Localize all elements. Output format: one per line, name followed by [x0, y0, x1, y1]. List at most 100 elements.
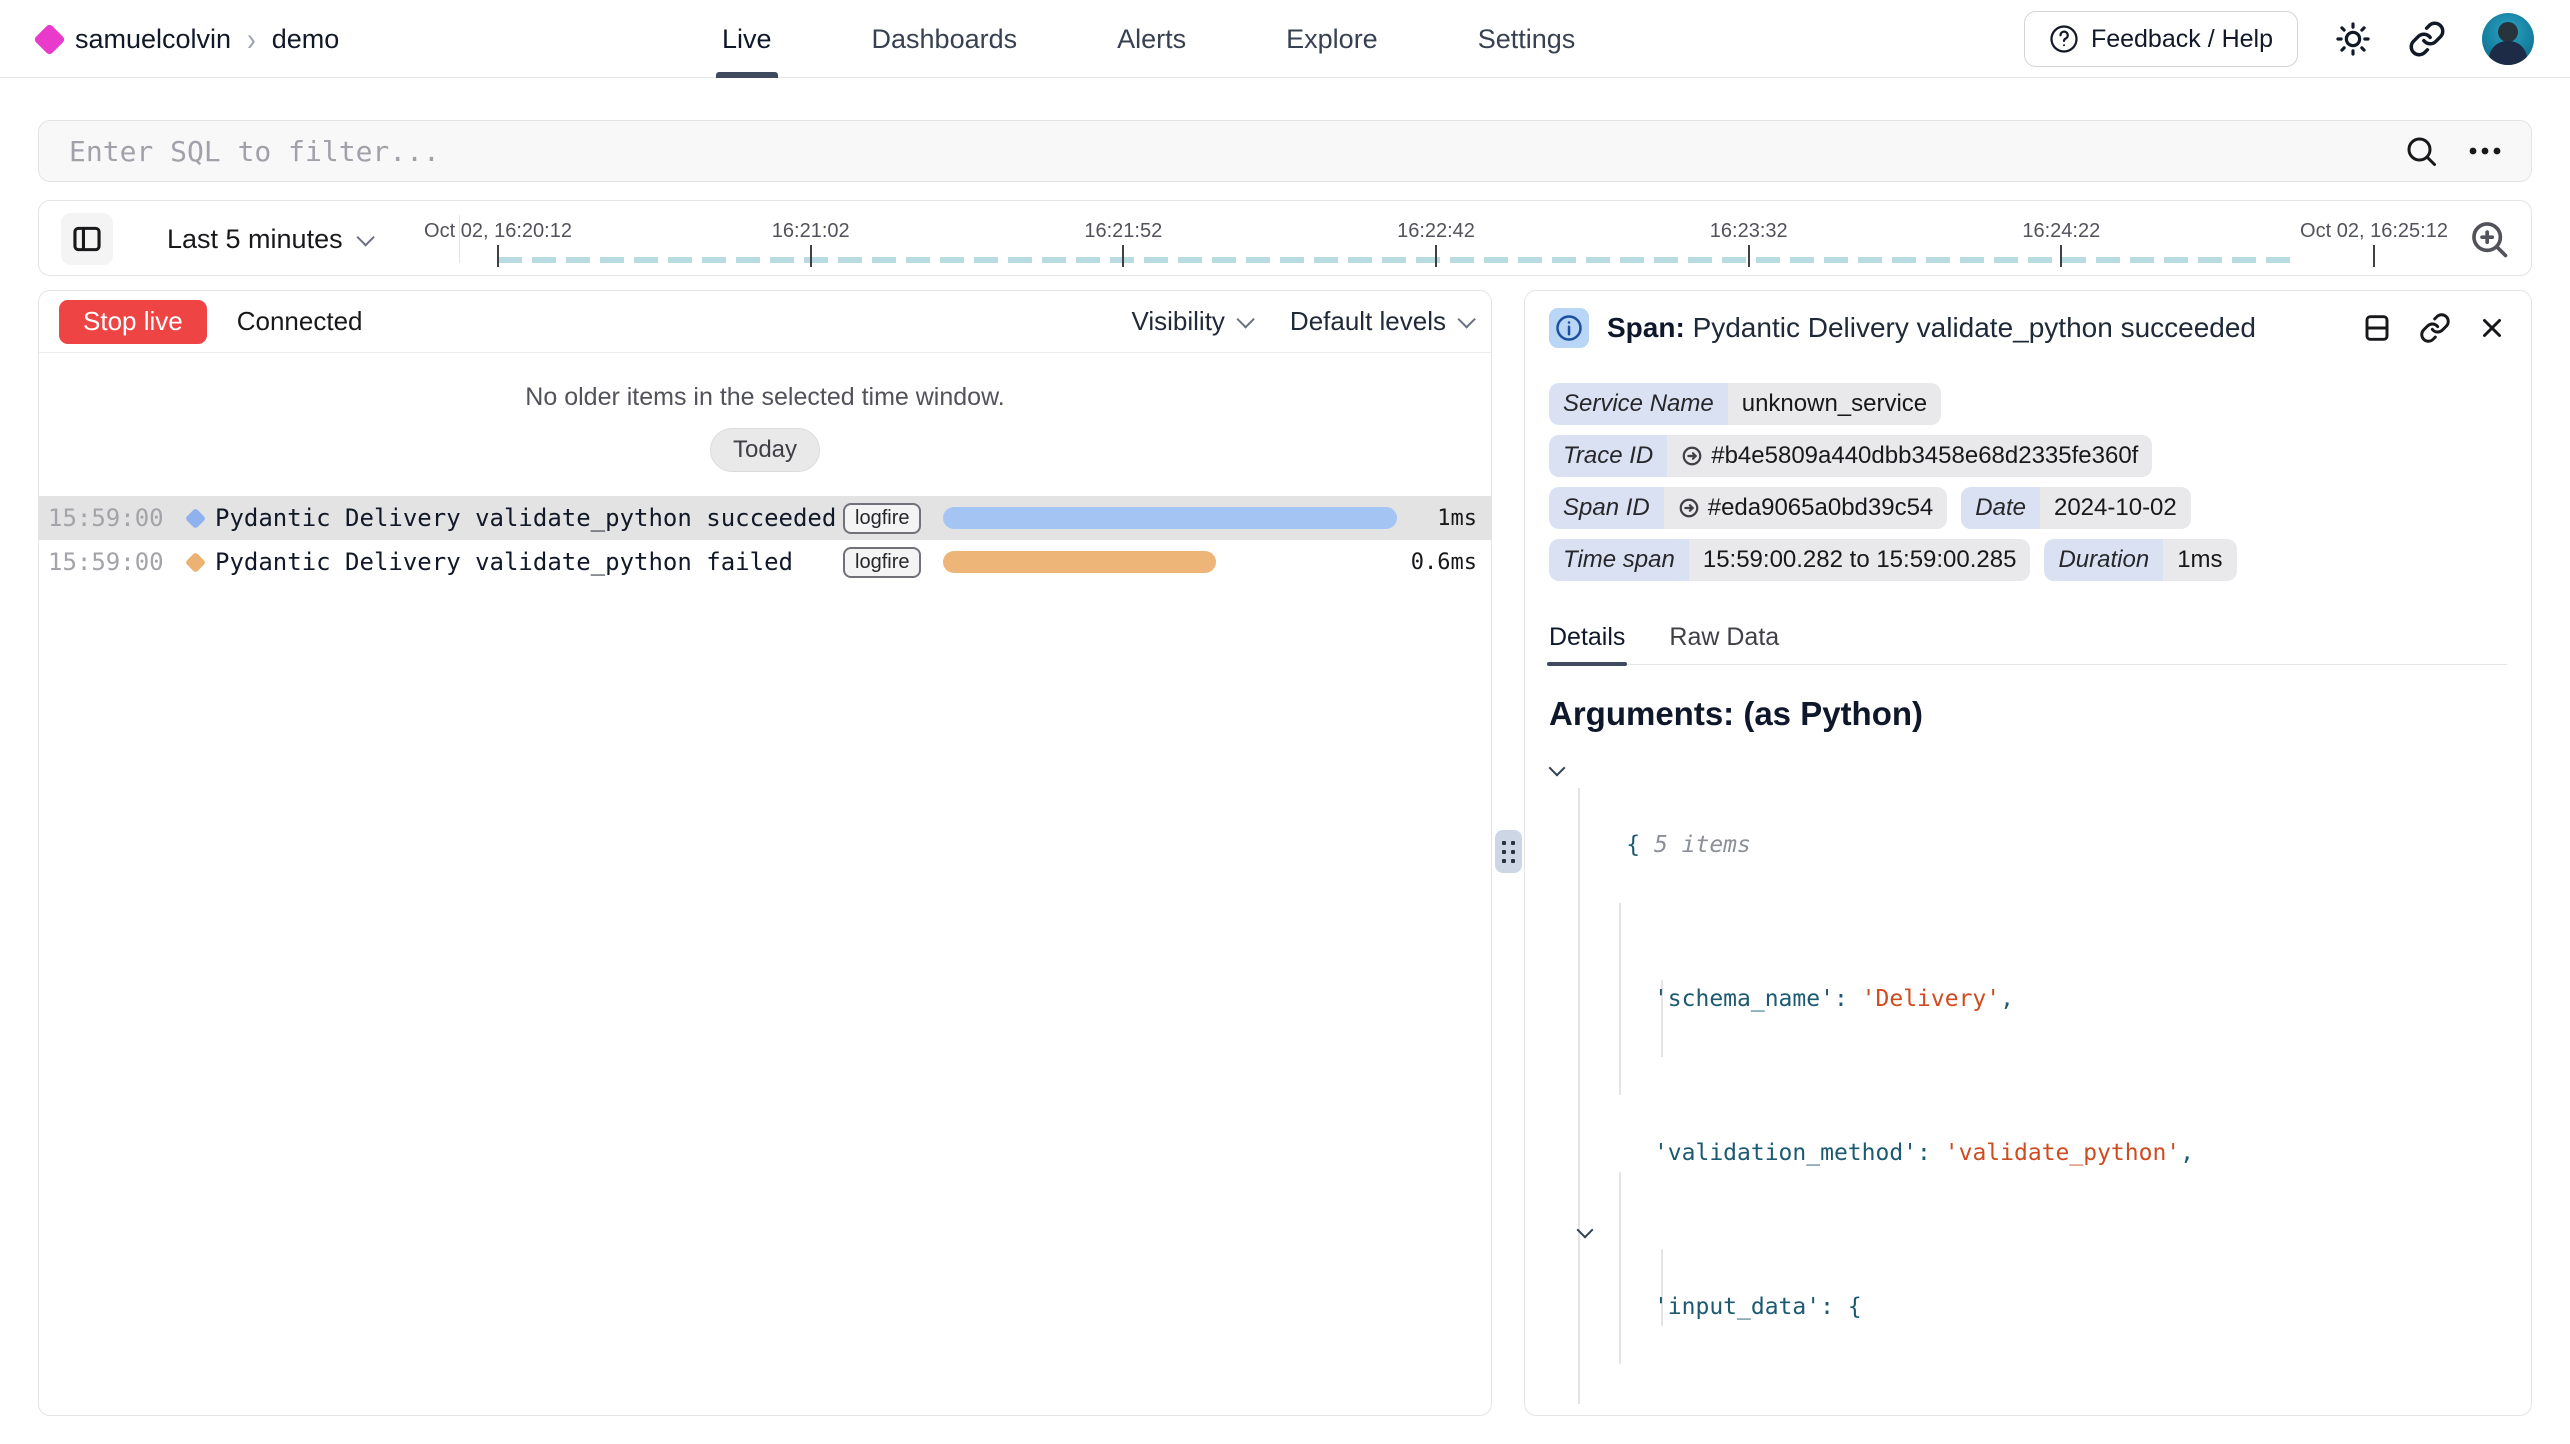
timeline-tick-label: 16:21:52	[1084, 220, 1162, 243]
detail-tab-details[interactable]: Details	[1549, 623, 1625, 664]
search-icon[interactable]	[2403, 133, 2439, 169]
span-attribute-pill: Service Name unknown_service	[1549, 383, 1941, 425]
pane-resize-handle[interactable]	[1495, 830, 1522, 873]
span-detail-header: Span: Pydantic Delivery validate_python …	[1549, 297, 2507, 359]
day-separator-badge: Today	[710, 428, 820, 472]
timeline-tick-mark	[2373, 245, 2375, 267]
span-attribute-row: Time span 15:59:00.282 to 15:59:00.285 D…	[1549, 539, 2507, 581]
time-range-bar: Last 5 minutes Oct 02, 16:20:12 16:21:02…	[38, 200, 2532, 276]
breadcrumb-project[interactable]: demo	[272, 24, 340, 55]
level-diamond-icon	[185, 507, 206, 528]
expander-chevron-icon[interactable]	[1575, 1211, 1597, 1250]
panel-bottom-icon	[2361, 312, 2393, 344]
copy-link-button[interactable]	[2419, 312, 2451, 344]
level-diamond-icon	[185, 551, 206, 572]
timeline-dashed-track	[498, 257, 2299, 263]
logfire-logo-icon[interactable]	[33, 23, 66, 56]
attribute-label: Service Name	[1549, 383, 1728, 425]
attribute-label: Date	[1961, 487, 2040, 529]
dock-panel-button[interactable]	[2361, 312, 2393, 344]
log-row[interactable]: 15:59:00 Pydantic Delivery validate_pyth…	[39, 540, 1491, 584]
nav-tab-label: Live	[722, 24, 772, 55]
span-attribute-row: Trace ID #b4e5809a440dbb3458e68d2335fe36…	[1549, 435, 2507, 477]
span-attribute-pill: Span ID #eda9065a0bd39c54	[1549, 487, 1947, 529]
link-icon	[2419, 312, 2451, 344]
theme-toggle-button[interactable]	[2334, 20, 2372, 58]
chevron-down-icon	[1236, 310, 1254, 328]
duration-bar	[943, 551, 1215, 573]
connection-status: Connected	[237, 306, 363, 337]
nav-tab-settings[interactable]: Settings	[1478, 0, 1576, 78]
arguments-heading: Arguments: (as Python)	[1549, 695, 2507, 733]
scope-badge: logfire	[843, 547, 921, 578]
stop-live-button[interactable]: Stop live	[59, 300, 207, 344]
feedback-help-label: Feedback / Help	[2091, 25, 2273, 54]
timeline-tick-mark	[810, 245, 812, 267]
sql-filter-input[interactable]	[39, 121, 2403, 181]
span-attribute-pill: Time span 15:59:00.282 to 15:59:00.285	[1549, 539, 2030, 581]
timeline[interactable]: Oct 02, 16:20:12 16:21:02 16:21:52 16:22…	[498, 201, 2374, 277]
question-circle-icon	[2049, 24, 2079, 54]
time-range-label: Last 5 minutes	[167, 224, 343, 255]
expander-chevron-icon[interactable]	[1547, 749, 1569, 788]
code-line: 'validation_method': 'validate_python',	[1549, 1057, 2507, 1211]
close-icon	[2477, 313, 2507, 343]
nav-tab-explore[interactable]: Explore	[1286, 0, 1378, 78]
timeline-tick-label: 16:23:32	[1710, 220, 1788, 243]
attribute-label: Duration	[2044, 539, 2163, 581]
share-link-button[interactable]	[2408, 20, 2446, 58]
duration-bar-track	[943, 507, 1397, 529]
log-message: Pydantic Delivery validate_python succee…	[215, 504, 835, 532]
sun-icon	[2334, 20, 2372, 58]
detail-tab-raw-data[interactable]: Raw Data	[1669, 623, 1779, 664]
attribute-value: 2024-10-02	[2040, 487, 2191, 529]
sql-filter-bar	[38, 120, 2532, 182]
nav-tab-label: Explore	[1286, 24, 1378, 55]
live-pane-header: Stop live Connected Visibility Default l…	[39, 291, 1491, 353]
link-icon	[2408, 20, 2446, 58]
nav-tab-dashboards[interactable]: Dashboards	[872, 0, 1018, 78]
nav-tab-alerts[interactable]: Alerts	[1117, 0, 1186, 78]
timeline-tick-mark	[1122, 245, 1124, 267]
zoom-in-icon	[2467, 217, 2511, 261]
nav-tab-label: Alerts	[1117, 24, 1186, 55]
live-pane: Stop live Connected Visibility Default l…	[38, 290, 1492, 1416]
close-panel-button[interactable]	[2477, 313, 2507, 343]
nav-tab-live[interactable]: Live	[722, 0, 772, 78]
log-timestamp: 15:59:00	[48, 504, 176, 532]
span-attribute-row: Span ID #eda9065a0bd39c54 Date 2024-10-0…	[1549, 487, 2507, 529]
scope-badge: logfire	[843, 503, 921, 534]
visibility-dropdown[interactable]: Visibility	[1131, 306, 1249, 337]
code-line: 'timestamp': '2020-01-02T03:04:05Z',	[1549, 1365, 2507, 1416]
timeline-tick-label: 16:24:22	[2022, 220, 2100, 243]
empty-window-message: No older items in the selected time wind…	[39, 383, 1491, 412]
timeline-zoom-button[interactable]	[2467, 217, 2511, 261]
chevron-down-icon	[356, 228, 374, 246]
time-range-dropdown[interactable]: Last 5 minutes	[147, 201, 390, 277]
navbar-right: Feedback / Help	[2024, 0, 2534, 78]
duration-bar-track	[943, 551, 1397, 573]
span-attribute-pill: Duration 1ms	[2044, 539, 2236, 581]
info-icon	[1549, 308, 1589, 348]
more-options-icon[interactable]	[2465, 133, 2505, 169]
attribute-label: Time span	[1549, 539, 1689, 581]
sidebar-toggle-button[interactable]	[61, 213, 113, 265]
main-nav: Live Dashboards Alerts Explore Settings	[722, 0, 1575, 78]
feedback-help-button[interactable]: Feedback / Help	[2024, 11, 2298, 67]
timeline-tick-label: 16:22:42	[1397, 220, 1475, 243]
span-attribute-row: Service Name unknown_service	[1549, 383, 2507, 425]
span-detail-pane: Span: Pydantic Delivery validate_python …	[1524, 290, 2532, 1416]
log-timestamp: 15:59:00	[48, 548, 176, 576]
span-attribute-pill: Trace ID #b4e5809a440dbb3458e68d2335fe36…	[1549, 435, 2152, 477]
attribute-value: #eda9065a0bd39c54	[1664, 487, 1948, 529]
default-levels-dropdown[interactable]: Default levels	[1290, 306, 1471, 337]
span-attribute-pill: Date 2024-10-02	[1961, 487, 2190, 529]
duration-label: 1ms	[1397, 506, 1477, 531]
attribute-value: #b4e5809a440dbb3458e68d2335fe360f	[1667, 435, 2152, 477]
user-avatar[interactable]	[2482, 13, 2534, 65]
timeline-tick-mark	[2060, 245, 2062, 267]
breadcrumb-org[interactable]: samuelcolvin	[75, 24, 231, 55]
chevron-down-icon	[1457, 310, 1475, 328]
log-row[interactable]: 15:59:00 Pydantic Delivery validate_pyth…	[39, 496, 1491, 540]
breadcrumb: samuelcolvin › demo	[38, 0, 339, 78]
